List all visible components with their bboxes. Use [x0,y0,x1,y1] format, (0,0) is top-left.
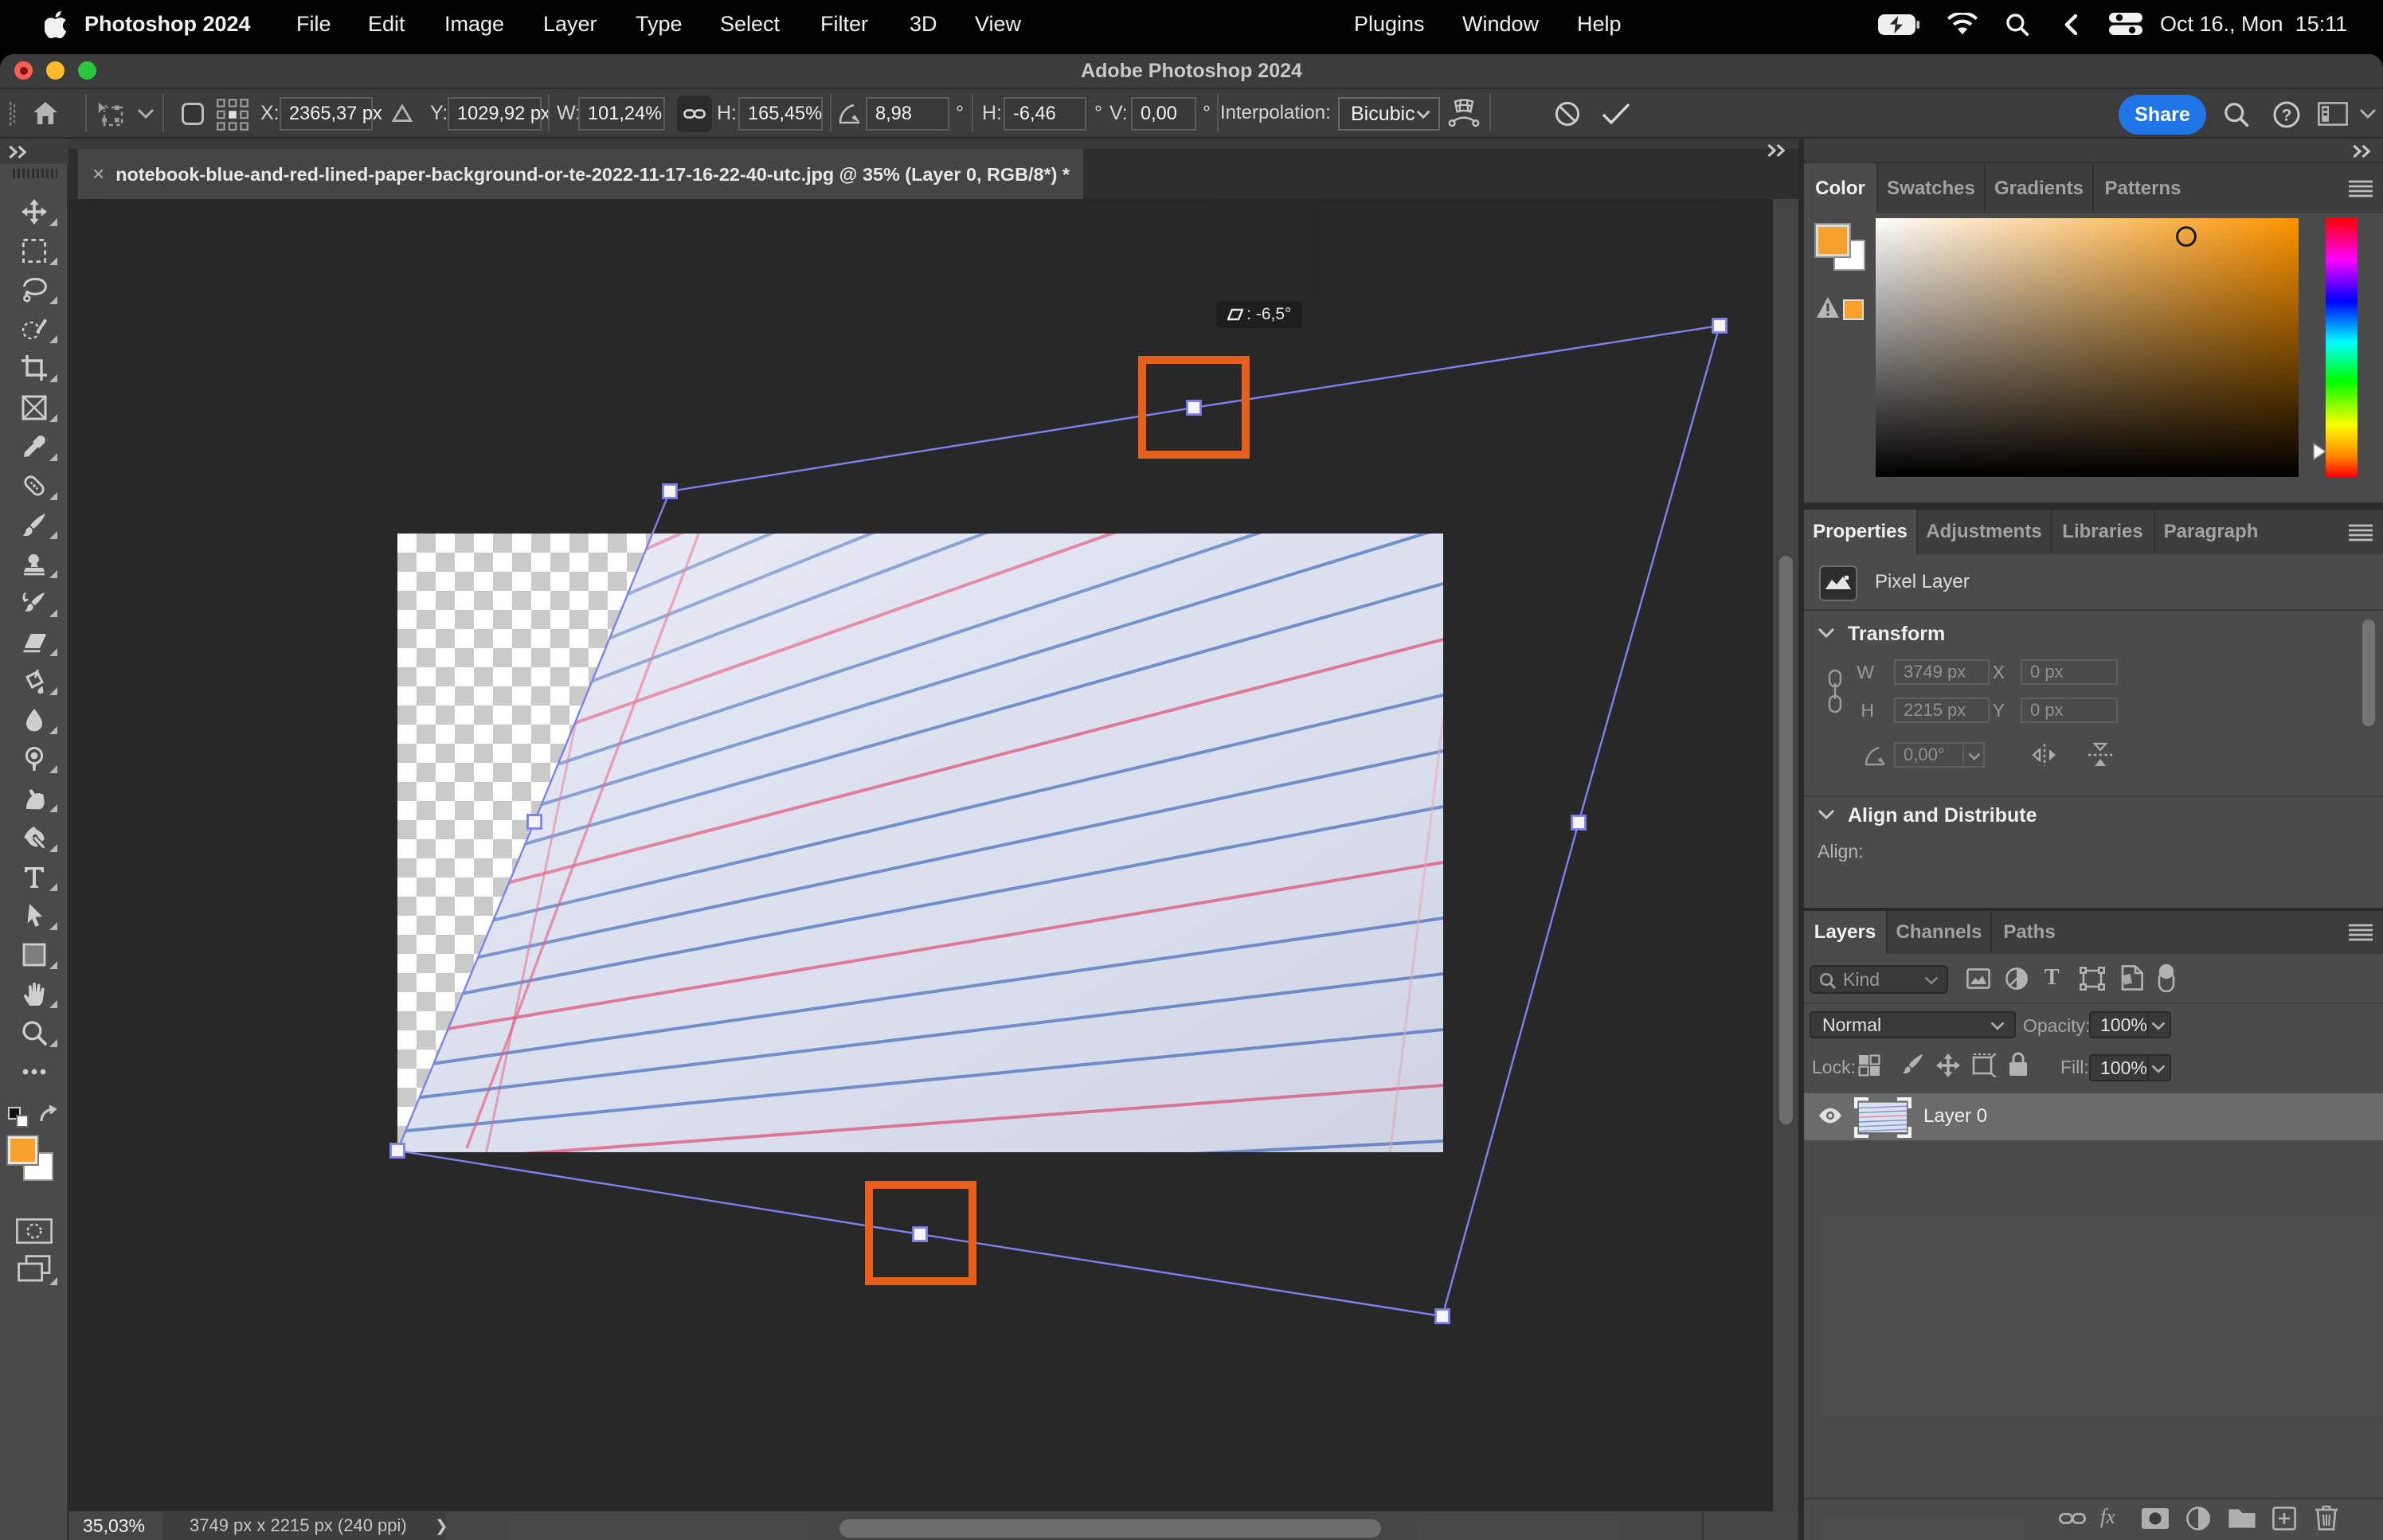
svg-text:?: ? [2282,106,2292,124]
